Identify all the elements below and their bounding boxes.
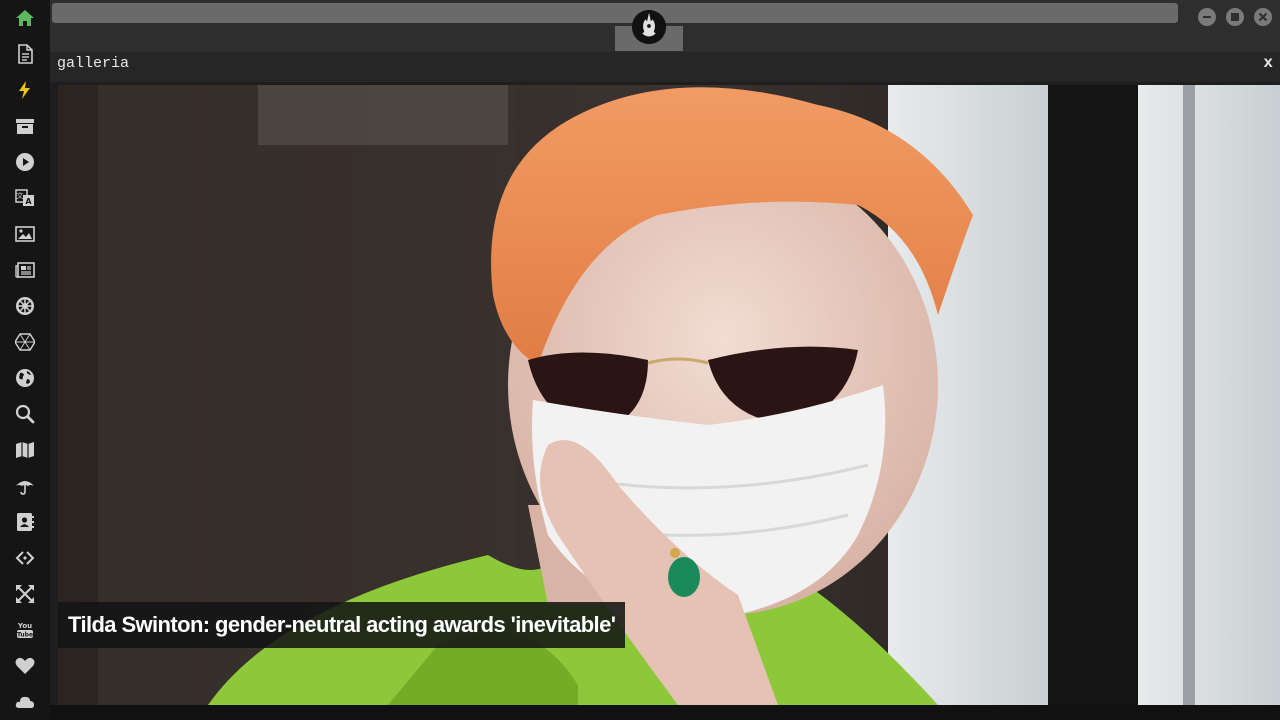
- home-icon[interactable]: [8, 3, 42, 33]
- maximize-button[interactable]: [1226, 8, 1244, 26]
- gallery-caption: Tilda Swinton: gender-neutral acting awa…: [58, 602, 626, 648]
- search-icon[interactable]: [8, 399, 42, 429]
- code-icon[interactable]: [8, 543, 42, 573]
- panel-title: galleria: [57, 55, 130, 72]
- close-icon: [1258, 12, 1268, 22]
- svg-text:文: 文: [17, 191, 24, 200]
- bottom-bar: [50, 705, 1280, 720]
- panel-header: galleria x: [50, 52, 1280, 82]
- maximize-icon: [1231, 13, 1239, 21]
- galactic-empire-icon[interactable]: [8, 291, 42, 321]
- close-window-button[interactable]: [1254, 8, 1272, 26]
- youtube-icon[interactable]: You Tube: [8, 615, 42, 645]
- lightning-icon[interactable]: [8, 75, 42, 105]
- sidebar: A文 You Tube: [0, 0, 50, 720]
- newspaper-icon[interactable]: [8, 255, 42, 285]
- globe-icon[interactable]: [8, 363, 42, 393]
- minimize-button[interactable]: [1198, 8, 1216, 26]
- app-window: A文 You Tube galleria x Tilda Swinton: ge…: [0, 0, 1280, 720]
- expand-icon[interactable]: [8, 579, 42, 609]
- svg-text:A: A: [25, 197, 32, 206]
- map-icon[interactable]: [8, 435, 42, 465]
- document-icon[interactable]: [8, 39, 42, 69]
- play-icon[interactable]: [8, 147, 42, 177]
- top-bar: [50, 0, 1280, 52]
- translate-icon[interactable]: A文: [8, 183, 42, 213]
- panel-close-button[interactable]: x: [1263, 54, 1273, 72]
- minimize-icon: [1203, 16, 1211, 18]
- archive-icon[interactable]: [8, 111, 42, 141]
- image-icon[interactable]: [8, 219, 42, 249]
- svg-text:Tube: Tube: [17, 632, 33, 639]
- address-bar[interactable]: [52, 3, 1178, 23]
- cloud-icon[interactable]: [8, 687, 42, 717]
- umbrella-icon[interactable]: [8, 471, 42, 501]
- svg-text:You: You: [17, 622, 32, 630]
- heart-icon[interactable]: [8, 651, 42, 681]
- rebel-alliance-logo-icon[interactable]: [630, 8, 668, 46]
- contacts-icon[interactable]: [8, 507, 42, 537]
- gallery-image[interactable]: Tilda Swinton: gender-neutral acting awa…: [58, 85, 1280, 705]
- hexagon-icon[interactable]: [8, 327, 42, 357]
